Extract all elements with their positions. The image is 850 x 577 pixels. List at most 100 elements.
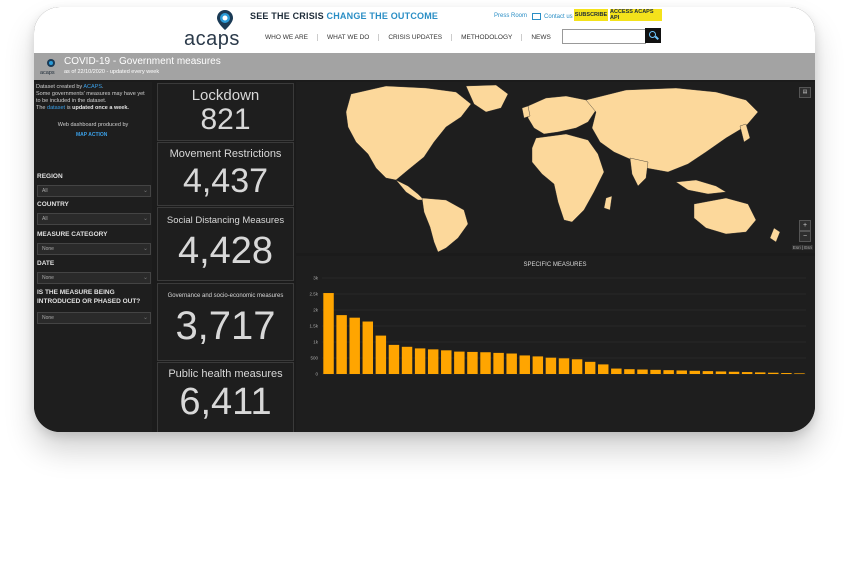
menu-item-what-we-do[interactable]: WHAT WE DO (318, 34, 380, 41)
chart-bar[interactable] (689, 370, 701, 374)
chart-bar[interactable] (480, 352, 491, 374)
chart-bar[interactable] (728, 371, 740, 374)
chart-bar[interactable] (349, 317, 360, 374)
date-select[interactable]: None ⌄ (37, 272, 151, 284)
chevron-down-icon: ⌄ (142, 188, 148, 194)
chart-bar[interactable] (545, 357, 557, 374)
y-tick-label: 500 (310, 356, 318, 361)
subscribe-button[interactable]: SUBSCRIBE (574, 9, 608, 21)
map-attribution: Esri | Esri (791, 245, 813, 250)
south-america-landmass (421, 197, 469, 253)
chart-bar[interactable] (663, 370, 674, 374)
chart-bar[interactable] (336, 315, 347, 374)
chart-bar[interactable] (584, 361, 596, 374)
chart-bar[interactable] (388, 344, 400, 374)
chart-bar[interactable] (427, 349, 439, 374)
filter-sidebar: Dataset created by ACAPS. Some governmen… (34, 82, 152, 432)
update-frequency: updated once a week. (72, 105, 129, 111)
chart-bar[interactable] (768, 372, 779, 374)
chart-bar[interactable] (375, 335, 387, 374)
menu-item-news[interactable]: NEWS (522, 34, 560, 41)
chart-bar[interactable] (754, 372, 766, 374)
chart-bar[interactable] (454, 351, 465, 374)
tagline: SEE THE CRISIS CHANGE THE OUTCOME (250, 11, 438, 21)
chart-bar[interactable] (519, 355, 530, 374)
africa-landmass (531, 133, 605, 223)
location-pin-icon (217, 10, 233, 30)
date-value: None (42, 275, 54, 281)
new-zealand-landmass (769, 227, 781, 243)
mapaction-logo[interactable]: MAP ACTION (76, 132, 107, 138)
chart-bar[interactable] (741, 372, 753, 374)
chart-bar[interactable] (362, 321, 374, 374)
kpi-title: Public health measures (168, 368, 283, 380)
date-label: DATE (37, 260, 55, 267)
chart-bar[interactable] (414, 348, 426, 374)
chart-bar[interactable] (532, 356, 544, 374)
search-input[interactable] (562, 29, 646, 44)
chart-bar[interactable] (571, 359, 583, 374)
y-tick-label: 0 (315, 372, 318, 377)
y-tick-label: 2k (313, 308, 319, 313)
chart-bar[interactable] (558, 358, 570, 374)
chart-bar[interactable] (794, 373, 805, 374)
contact-us-link[interactable]: Contact us (532, 13, 573, 20)
web-dashboard-credit: Web dashboard produced by (57, 122, 129, 128)
greenland-landmass (465, 84, 509, 113)
acaps-logo[interactable]: acaps (184, 10, 244, 50)
dataset-link[interactable]: dataset (47, 105, 65, 111)
chart-bar[interactable] (676, 370, 687, 374)
chart-title: SPECIFIC MEASURES (523, 262, 586, 268)
chart-bar[interactable] (401, 346, 413, 374)
country-select[interactable]: All ⌄ (37, 213, 151, 225)
search-button[interactable] (645, 28, 661, 43)
country-value: All (42, 216, 48, 222)
measure-category-select[interactable]: None ⌄ (37, 243, 151, 255)
kpi-value: 3,717 (175, 304, 276, 348)
chevron-down-icon: ⌄ (142, 246, 148, 252)
chart-bar[interactable] (715, 371, 727, 374)
tagline-highlight: CHANGE THE OUTCOME (326, 11, 439, 21)
chart-bar[interactable] (493, 352, 504, 374)
kpi-title: Lockdown (191, 87, 260, 104)
svg-text:acaps: acaps (40, 70, 55, 76)
kpi-public-health: Public health measures 6,411 (157, 362, 294, 432)
chart-bar[interactable] (702, 371, 714, 374)
menu-item-crisis-updates[interactable]: CRISIS UPDATES (379, 34, 453, 41)
chart-bar[interactable] (323, 293, 334, 374)
chart-bar[interactable] (467, 351, 478, 374)
zoom-out-button[interactable]: − (799, 231, 811, 242)
region-select[interactable]: All ⌄ (37, 185, 151, 197)
central-america-landmass (395, 179, 425, 201)
main-menu: WHO WE ARE WHAT WE DO CRISIS UPDATES MET… (256, 34, 560, 41)
press-room-link[interactable]: Press Room (494, 13, 527, 19)
acaps-link[interactable]: ACAPS (83, 84, 102, 90)
y-tick-label: 1k (313, 340, 319, 345)
chart-bar[interactable] (624, 369, 635, 374)
menu-item-who-we-are[interactable]: WHO WE ARE (256, 34, 318, 41)
basemap-icon[interactable]: ▤ (799, 87, 811, 98)
menu-item-methodology[interactable]: METHODOLOGY (452, 34, 523, 41)
chart-bar[interactable] (650, 369, 661, 374)
chart-bar[interactable] (781, 373, 792, 374)
world-map[interactable]: ▤ + − Esri | Esri (296, 82, 815, 253)
chart-bar[interactable] (637, 369, 648, 374)
phase-select[interactable]: None ⌄ (37, 312, 151, 324)
chart-bar[interactable] (441, 350, 452, 374)
y-tick-label: 1.5k (309, 324, 318, 329)
kpi-governance: Governance and socio-economic measures 3… (157, 283, 294, 361)
access-api-button[interactable]: ACCESS ACAPS API (610, 9, 662, 21)
y-tick-label: 3k (313, 276, 319, 281)
region-label: REGION (37, 173, 63, 180)
chart-bar[interactable] (611, 368, 622, 374)
measure-category-value: None (42, 246, 54, 252)
india-landmass (629, 157, 649, 187)
chart-bar[interactable] (506, 353, 517, 374)
zoom-in-button[interactable]: + (799, 220, 811, 231)
chart-bar[interactable] (598, 364, 609, 374)
southeast-asia-islands (675, 179, 727, 195)
kpi-value: 4,437 (182, 162, 269, 200)
kpi-social-distancing: Social Distancing Measures 4,428 (157, 207, 294, 281)
kpi-movement-restrictions: Movement Restrictions 4,437 (157, 142, 294, 206)
kpi-value: 821 (200, 103, 251, 136)
